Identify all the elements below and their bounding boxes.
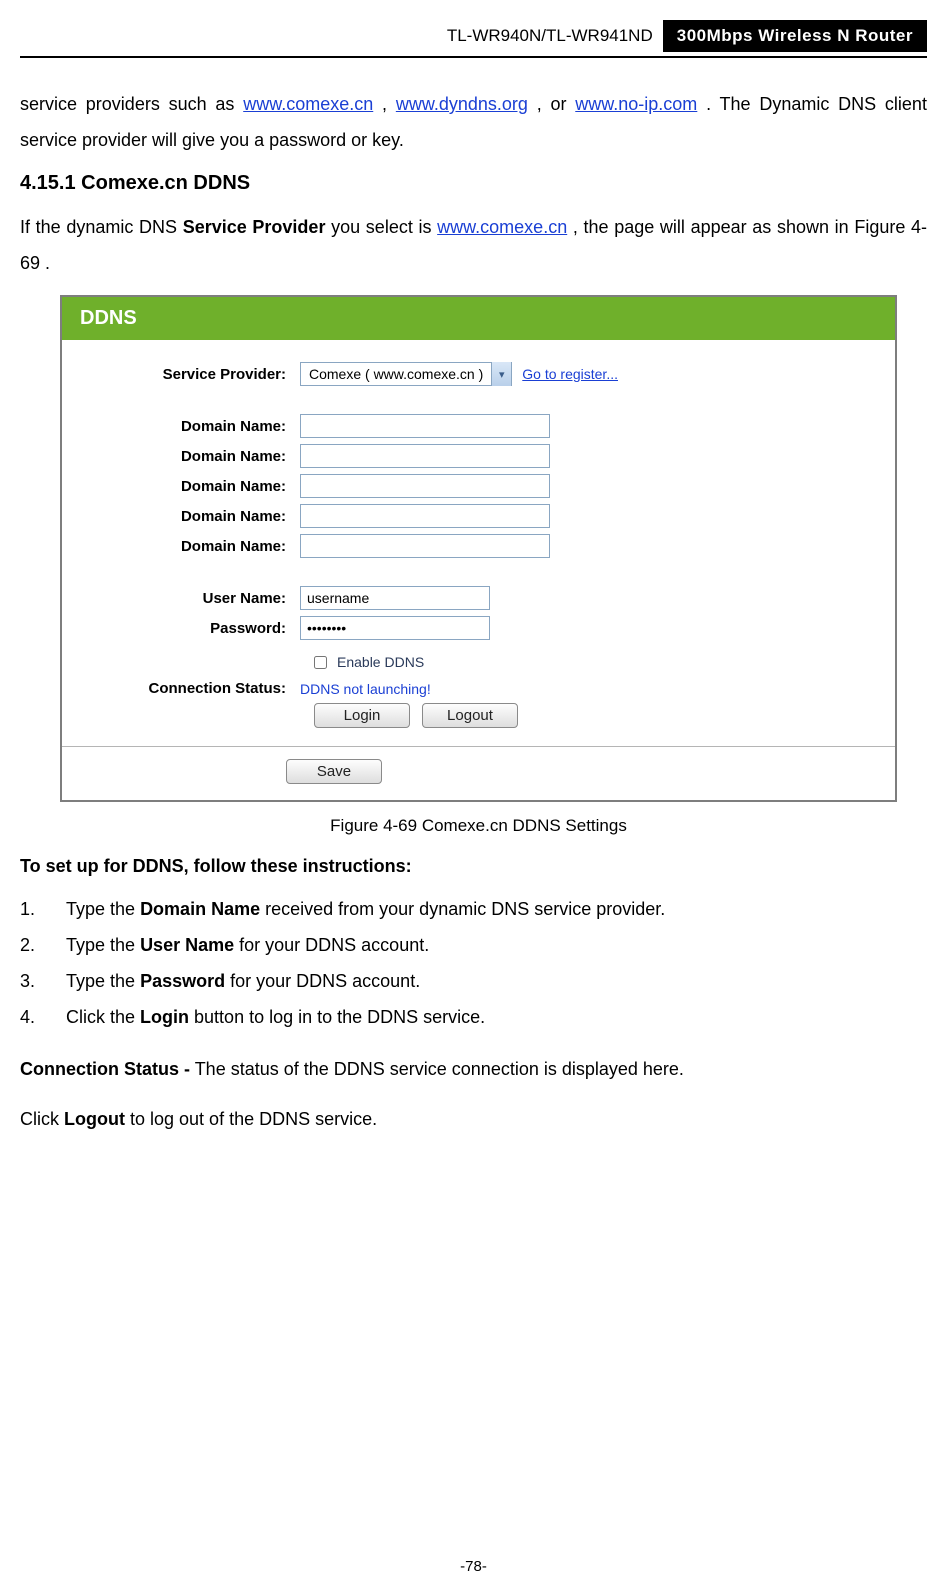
step-1-post: received from your dynamic DNS service p… <box>265 899 665 919</box>
row-domain-3: Domain Name: <box>90 474 867 498</box>
save-button[interactable]: Save <box>286 759 382 784</box>
domain-name-input-5[interactable] <box>300 534 550 558</box>
domain-name-input-4[interactable] <box>300 504 550 528</box>
conn-status-bold: Connection Status - <box>20 1059 190 1079</box>
intro-paragraph: service providers such as www.comexe.cn … <box>20 86 927 158</box>
row-domain-5: Domain Name: <box>90 534 867 558</box>
domain-name-input-3[interactable] <box>300 474 550 498</box>
label-connection-status: Connection Status: <box>90 680 300 697</box>
enable-ddns-label: Enable DDNS <box>337 654 424 670</box>
figure-ddns: DDNS Service Provider: Comexe ( www.come… <box>60 295 897 836</box>
login-button[interactable]: Login <box>314 703 410 728</box>
password-input[interactable] <box>300 616 490 640</box>
header-rule <box>20 56 927 58</box>
page-number: -78- <box>0 1558 947 1575</box>
label-domain-4: Domain Name: <box>90 508 300 525</box>
header-product: 300Mbps Wireless N Router <box>663 20 927 52</box>
row-enable-ddns: Enable DDNS <box>314 654 867 670</box>
link-comexe-2[interactable]: www.comexe.cn <box>437 217 567 237</box>
username-input[interactable] <box>300 586 490 610</box>
link-comexe[interactable]: www.comexe.cn <box>243 94 373 114</box>
section-paragraph: If the dynamic DNS Service Provider you … <box>20 209 927 281</box>
logout-bold: Logout <box>64 1109 125 1129</box>
sp-4: . <box>45 253 50 273</box>
section-heading: 4.15.1 Comexe.cn DDNS <box>20 172 927 195</box>
enable-ddns-checkbox[interactable] <box>314 656 327 669</box>
intro-text-3: , or <box>537 94 576 114</box>
label-domain-3: Domain Name: <box>90 478 300 495</box>
label-username: User Name: <box>90 590 300 607</box>
service-provider-value: Comexe ( www.comexe.cn ) <box>301 366 491 382</box>
step-2: Type the User Name for your DDNS account… <box>20 927 927 963</box>
panel-title: DDNS <box>62 297 895 340</box>
domain-name-input-2[interactable] <box>300 444 550 468</box>
step-4-post: button to log in to the DDNS service. <box>194 1007 485 1027</box>
sp-3: , the page will appear as shown in <box>573 217 854 237</box>
row-username: User Name: <box>90 586 867 610</box>
row-password: Password: <box>90 616 867 640</box>
row-domain-2: Domain Name: <box>90 444 867 468</box>
step-3-bold: Password <box>140 971 225 991</box>
row-domain-4: Domain Name: <box>90 504 867 528</box>
step-1: Type the Domain Name received from your … <box>20 891 927 927</box>
step-4-pre: Click the <box>66 1007 140 1027</box>
link-dyndns[interactable]: www.dyndns.org <box>396 94 528 114</box>
figure-caption: Figure 4-69 Comexe.cn DDNS Settings <box>60 816 897 836</box>
sp-2: you select is <box>331 217 437 237</box>
step-4-bold: Login <box>140 1007 189 1027</box>
panel-body: Service Provider: Comexe ( www.comexe.cn… <box>62 340 895 728</box>
instructions-list: Type the Domain Name received from your … <box>20 891 927 1035</box>
login-logout-row: Login Logout <box>314 703 867 728</box>
logout-post: to log out of the DDNS service. <box>130 1109 377 1129</box>
row-domain-1: Domain Name: <box>90 414 867 438</box>
label-domain-5: Domain Name: <box>90 538 300 555</box>
link-noip[interactable]: www.no-ip.com <box>575 94 697 114</box>
intro-text-1: service providers such as <box>20 94 243 114</box>
conn-status-rest: The status of the DDNS service connectio… <box>195 1059 684 1079</box>
logout-button[interactable]: Logout <box>422 703 518 728</box>
connection-status-text: DDNS not launching! <box>300 681 431 697</box>
doc-header: TL-WR940N/TL-WR941ND 300Mbps Wireless N … <box>20 20 927 52</box>
service-provider-select[interactable]: Comexe ( www.comexe.cn ) ▾ <box>300 362 512 386</box>
label-service-provider: Service Provider: <box>90 366 300 383</box>
sp-1: If the dynamic DNS <box>20 217 183 237</box>
instructions-heading: To set up for DDNS, follow these instruc… <box>20 856 927 877</box>
row-connection-status: Connection Status: DDNS not launching! <box>90 680 867 697</box>
logout-paragraph: Click Logout to log out of the DDNS serv… <box>20 1101 927 1137</box>
sp-bold-service-provider: Service Provider <box>183 217 326 237</box>
step-1-bold: Domain Name <box>140 899 260 919</box>
ddns-panel: DDNS Service Provider: Comexe ( www.come… <box>60 295 897 802</box>
step-3-pre: Type the <box>66 971 140 991</box>
connection-status-paragraph: Connection Status - The status of the DD… <box>20 1051 927 1087</box>
logout-pre: Click <box>20 1109 64 1129</box>
save-row: Save <box>62 747 895 800</box>
step-2-pre: Type the <box>66 935 140 955</box>
chevron-down-icon: ▾ <box>491 362 511 386</box>
intro-text-2: , <box>382 94 396 114</box>
label-domain-2: Domain Name: <box>90 448 300 465</box>
label-domain-1: Domain Name: <box>90 418 300 435</box>
row-service-provider: Service Provider: Comexe ( www.comexe.cn… <box>90 362 867 386</box>
go-to-register-link[interactable]: Go to register... <box>522 366 618 382</box>
step-4: Click the Login button to log in to the … <box>20 999 927 1035</box>
domain-name-input-1[interactable] <box>300 414 550 438</box>
step-3-post: for your DDNS account. <box>230 971 420 991</box>
step-2-bold: User Name <box>140 935 234 955</box>
label-password: Password: <box>90 620 300 637</box>
step-3: Type the Password for your DDNS account. <box>20 963 927 999</box>
step-1-pre: Type the <box>66 899 140 919</box>
header-model: TL-WR940N/TL-WR941ND <box>20 20 663 52</box>
step-2-post: for your DDNS account. <box>239 935 429 955</box>
